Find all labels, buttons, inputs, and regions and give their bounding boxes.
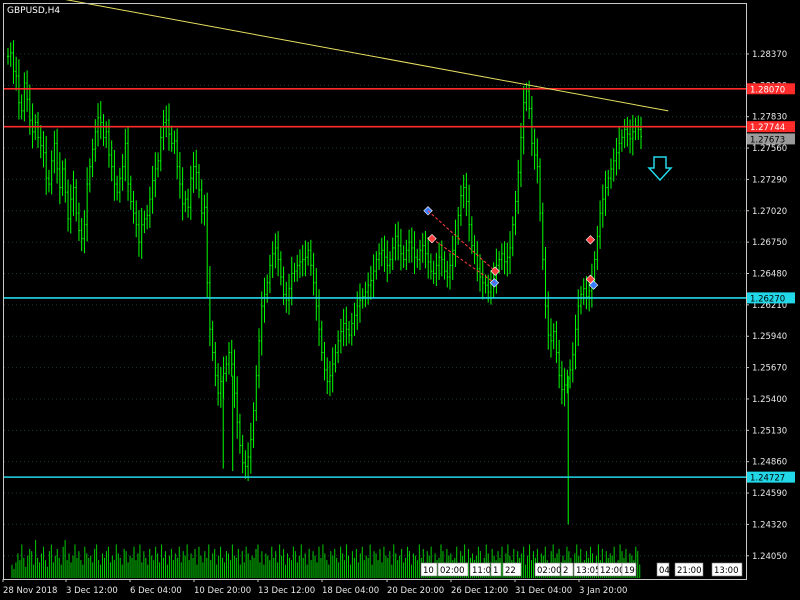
y-tick-label: 1.25400 <box>752 395 787 405</box>
y-tick-label: 1.24320 <box>752 520 787 530</box>
chart-background <box>0 0 800 600</box>
y-tick-label: 1.24050 <box>752 552 787 562</box>
y-tick-label: 1.25130 <box>752 426 787 436</box>
y-tick-label: 1.27020 <box>752 207 787 217</box>
time-button-label: 10 <box>423 566 434 576</box>
x-tick-label: 20 Dec 20:00 <box>387 586 444 596</box>
y-tick-label: 1.28370 <box>752 50 787 60</box>
time-button-label: 11:0 <box>472 566 491 576</box>
time-button-label: 13:00 <box>714 566 739 576</box>
x-tick-label: 18 Dec 04:00 <box>322 586 379 596</box>
y-tick-label: 1.27290 <box>752 175 787 185</box>
symbol-title: GBPUSD,H4 <box>7 6 60 16</box>
price-chart[interactable]: 1.283701.281001.278301.275601.272901.270… <box>0 0 800 600</box>
x-tick-label: 31 Dec 04:00 <box>515 586 572 596</box>
y-tick-label: 1.24860 <box>752 458 787 468</box>
time-button-label: 19 <box>624 566 635 576</box>
x-tick-label: 3 Dec 12:00 <box>66 586 118 596</box>
x-tick-label: 28 Nov 2018 <box>3 586 57 596</box>
time-button-label: 12:00 <box>600 566 625 576</box>
time-button-label: 02:00 <box>537 566 562 576</box>
y-tick-label: 1.25940 <box>752 332 787 342</box>
level-tag-label: 1.26270 <box>750 294 785 304</box>
current-price-label: 1.27673 <box>750 135 785 145</box>
time-button-label: 04 <box>659 566 670 576</box>
y-tick-label: 1.26750 <box>752 238 787 248</box>
y-tick-label: 1.27560 <box>752 144 787 154</box>
y-tick-label: 1.24590 <box>752 489 787 499</box>
x-tick-label: 26 Dec 12:00 <box>451 586 508 596</box>
y-tick-label: 1.26480 <box>752 269 787 279</box>
y-tick-label: 1.25670 <box>752 364 787 374</box>
x-tick-label: 6 Dec 04:00 <box>130 586 182 596</box>
time-button-label: 02:00 <box>440 566 465 576</box>
level-tag-label: 1.24727 <box>750 474 785 484</box>
x-tick-label: 10 Dec 20:00 <box>194 586 251 596</box>
level-tag-label: 1.27744 <box>750 123 785 133</box>
time-button-label: 22 <box>505 566 516 576</box>
level-tag-label: 1.28070 <box>750 85 785 95</box>
x-tick-label: 13 Dec 12:00 <box>258 586 315 596</box>
time-button-label: 21:00 <box>677 566 702 576</box>
time-button-label: 2 <box>563 566 568 576</box>
time-button-label: 1 <box>493 566 498 576</box>
x-tick-label: 3 Jan 20:00 <box>579 586 627 596</box>
time-button-label: 13:05 <box>576 566 601 576</box>
